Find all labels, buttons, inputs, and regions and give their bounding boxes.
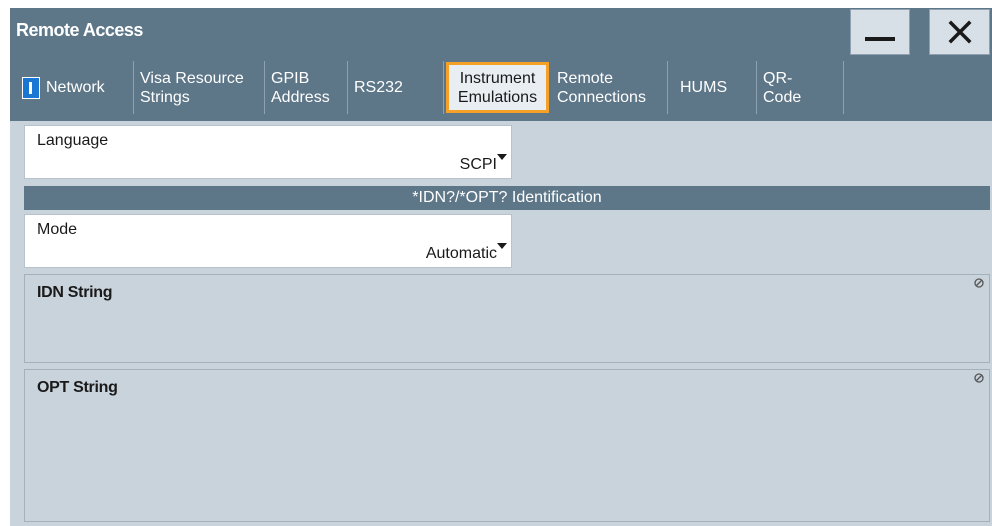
title-bar: Remote Access [10,8,992,57]
instrument-emulations-panel: Language SCPI *IDN?/*OPT? Identification… [10,121,992,526]
dropdown-arrow-icon [497,154,507,160]
tab-label: Instrument Emulations [457,69,538,106]
close-icon [948,20,971,44]
opt-string-label: OPT String [37,379,118,396]
tab-rs232[interactable]: RS232 [348,61,444,114]
read-only-icon [974,373,984,383]
mode-select[interactable]: Mode Automatic [24,214,512,268]
tab-visa-resource-strings[interactable]: Visa Resource Strings [134,61,265,114]
idn-string-field[interactable]: IDN String [24,274,990,363]
language-value: SCPI [459,156,497,173]
tab-label: Network [46,79,105,96]
mode-value: Automatic [425,245,497,262]
tab-label: QR- Code [763,69,802,106]
dropdown-arrow-icon [497,243,507,249]
tab-label: Remote Connections [557,69,646,106]
tab-network[interactable]: Network [16,61,134,114]
tab-qr-code[interactable]: QR- Code [757,61,844,114]
tab-strip: Network Visa Resource Strings GPIB Address… [10,57,992,121]
tab-label: GPIB Address [271,69,330,106]
tab-remote-connections[interactable]: Remote Connections [551,61,668,114]
idn-string-label: IDN String [37,284,113,301]
language-label: Language [37,132,109,149]
tab-hums[interactable]: HUMS [668,61,757,114]
read-only-icon [974,278,984,288]
section-header-identification: *IDN?/*OPT? Identification [24,186,990,210]
tab-label: RS232 [354,79,403,96]
language-select[interactable]: Language SCPI [24,125,512,179]
tab-label: HUMS [680,79,728,96]
tab-label: Visa Resource Strings [140,69,244,106]
tab-gpib-address[interactable]: GPIB Address [265,61,348,114]
minimize-button[interactable] [850,9,910,55]
window-title: Remote Access [16,20,143,40]
remote-access-dialog: Remote Access Network Visa Resource Strin… [10,8,992,526]
minimize-icon [865,37,895,41]
mode-label: Mode [37,221,78,238]
tab-instrument-emulations[interactable]: Instrument Emulations [446,62,549,113]
opt-string-field[interactable]: OPT String [24,369,990,522]
info-icon [22,76,40,99]
close-button[interactable] [929,9,990,55]
